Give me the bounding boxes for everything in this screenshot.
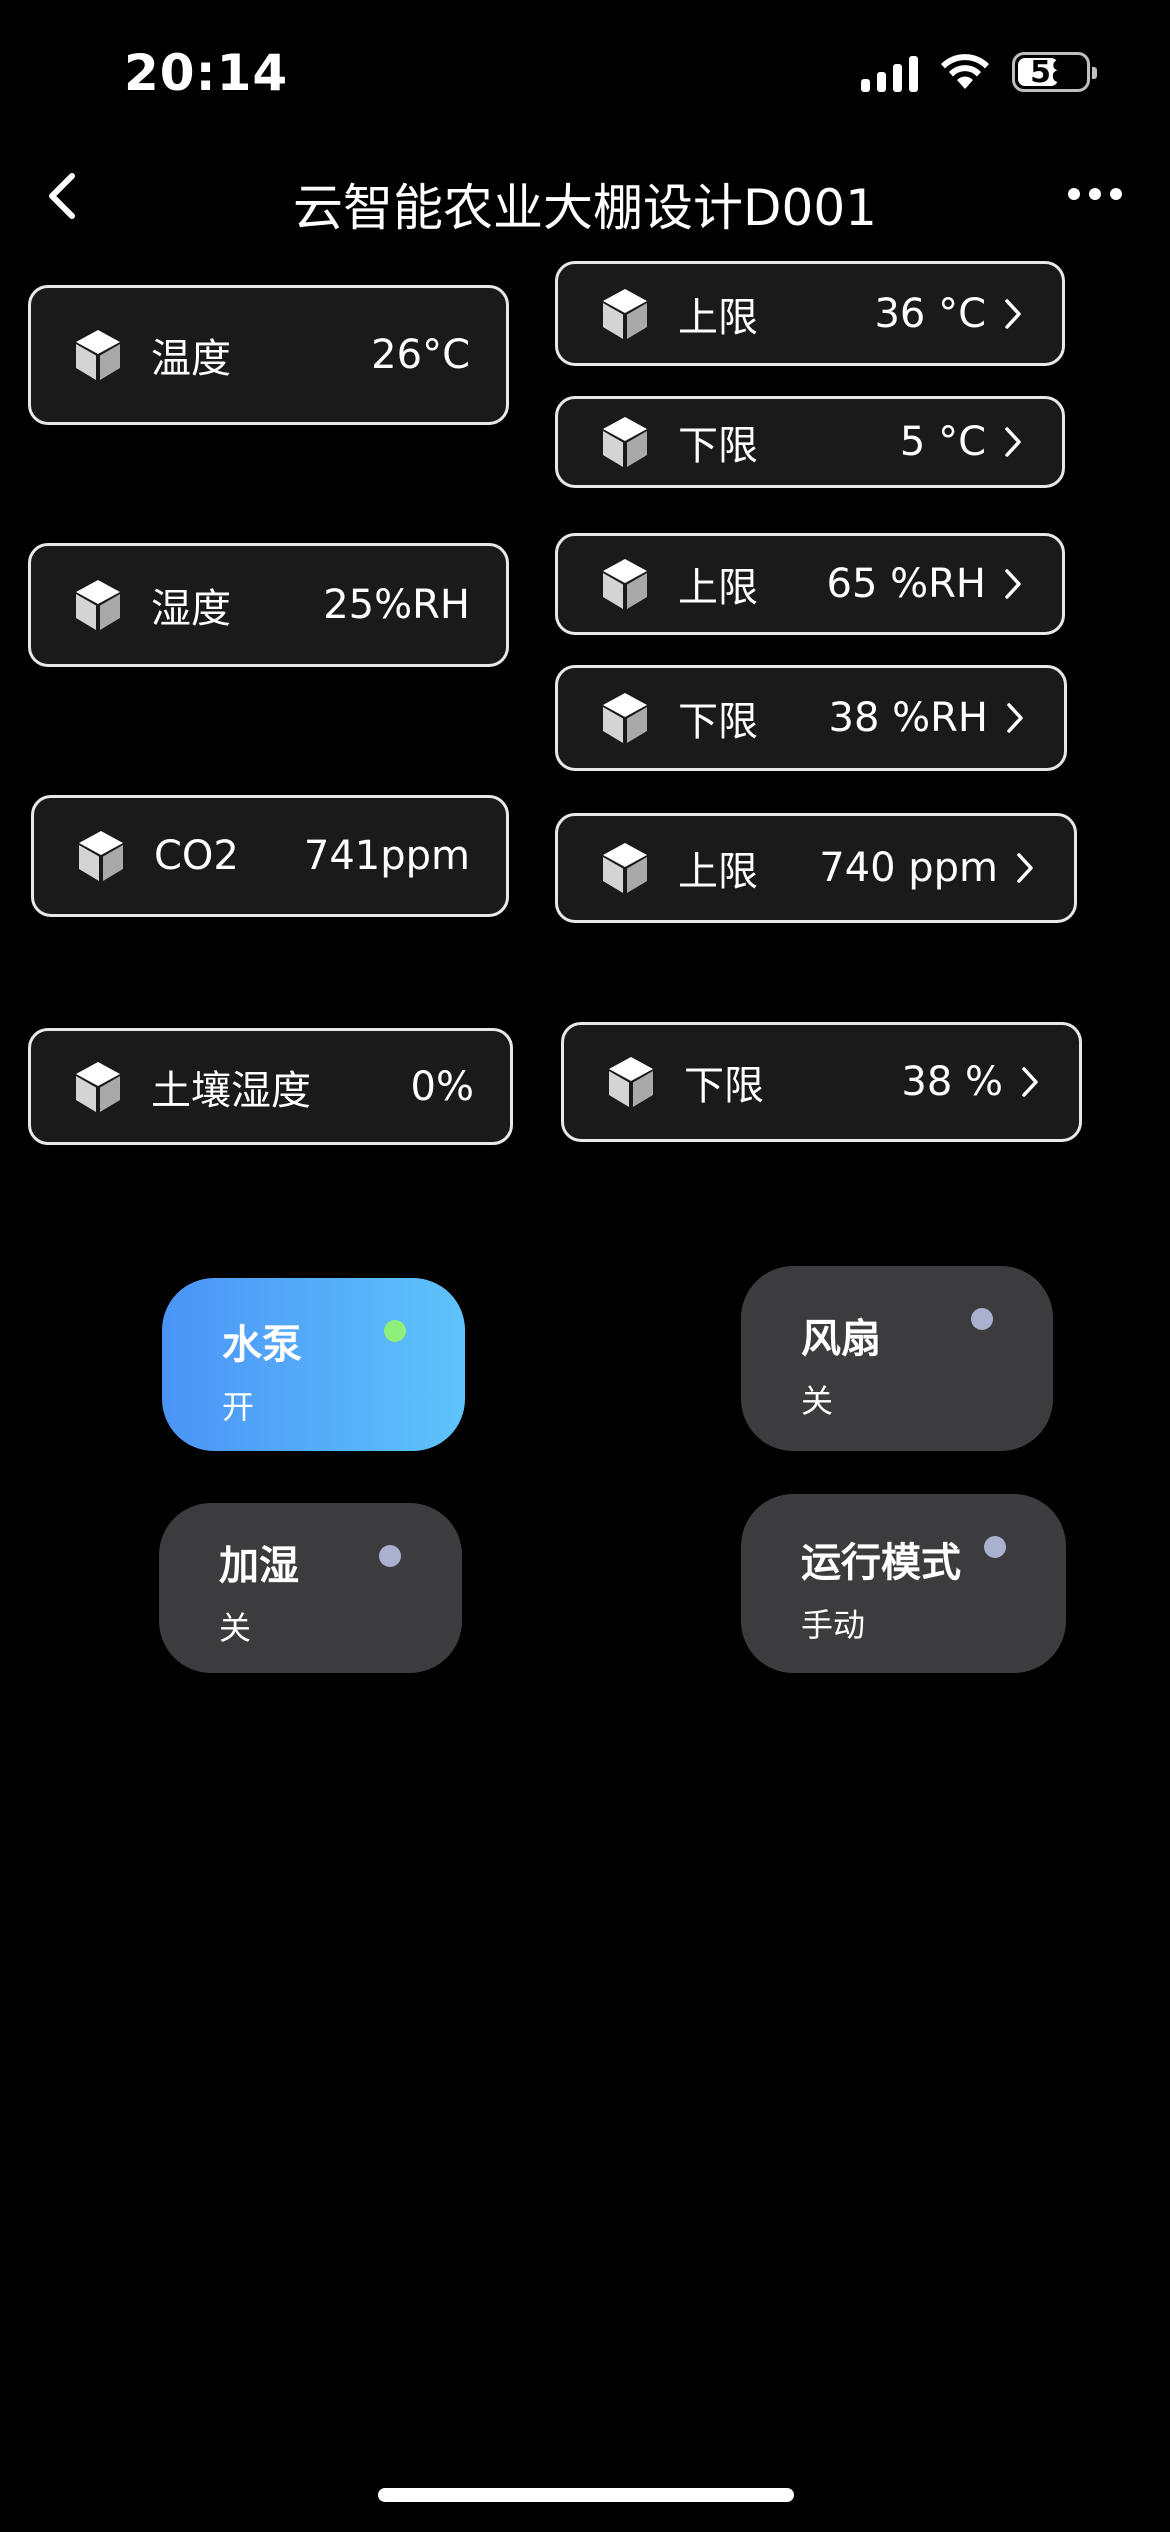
- sensor-label: 湿度: [151, 586, 231, 632]
- page-title: 云智能农业大棚设计D001: [293, 179, 877, 237]
- limit-value: 38 %RH: [828, 695, 989, 741]
- cube-icon: [79, 831, 123, 881]
- chevron-right-icon: [1005, 569, 1021, 599]
- humidity-card: 湿度 25%RH: [28, 543, 509, 667]
- tile-status: 关: [219, 1609, 252, 1647]
- status-time: 20:14: [124, 44, 289, 102]
- tile-status: 关: [801, 1382, 834, 1420]
- tile-title: 加湿: [219, 1543, 299, 1589]
- chevron-right-icon: [1007, 703, 1023, 733]
- temperature-lower-limit[interactable]: 下限 5 °C: [555, 396, 1065, 488]
- limit-value: 65 %RH: [826, 561, 987, 607]
- cube-icon: [76, 580, 120, 630]
- water-pump-toggle[interactable]: 水泵 开: [162, 1278, 465, 1451]
- humidity-lower-limit[interactable]: 下限 38 %RH: [555, 665, 1067, 771]
- tile-title: 风扇: [801, 1316, 881, 1362]
- temperature-upper-limit[interactable]: 上限 36 °C: [555, 261, 1065, 366]
- sensor-label: 土壤湿度: [151, 1067, 311, 1114]
- limit-value: 5 °C: [899, 419, 986, 465]
- home-indicator[interactable]: [378, 2488, 794, 2502]
- run-mode-toggle[interactable]: 运行模式 手动: [741, 1494, 1066, 1673]
- cube-icon: [603, 559, 647, 609]
- sensor-value: 741ppm: [303, 833, 470, 879]
- status-dot: [384, 1320, 406, 1342]
- sensor-value: 0%: [410, 1063, 474, 1110]
- soil-moisture-lower-limit[interactable]: 下限 38 %: [561, 1022, 1082, 1142]
- sensor-value: 25%RH: [323, 582, 470, 628]
- limit-label: 下限: [678, 699, 758, 745]
- status-dot: [379, 1545, 401, 1567]
- cube-icon: [603, 693, 647, 743]
- cube-icon: [603, 843, 647, 893]
- limit-label: 上限: [678, 565, 758, 611]
- cube-icon: [76, 1061, 120, 1112]
- chevron-right-icon: [1005, 298, 1021, 329]
- sensor-value: 26°C: [371, 332, 470, 378]
- cube-icon: [76, 330, 120, 380]
- battery-level: 58: [1030, 54, 1072, 90]
- humidifier-toggle[interactable]: 加湿 关: [159, 1503, 462, 1673]
- limit-label: 上限: [678, 294, 758, 341]
- status-dot: [971, 1308, 993, 1330]
- cube-icon: [609, 1057, 653, 1107]
- limit-value: 38 %: [901, 1059, 1003, 1105]
- fan-toggle[interactable]: 风扇 关: [741, 1266, 1053, 1451]
- limit-value: 36 °C: [874, 290, 986, 337]
- temperature-card: 温度 26°C: [28, 285, 509, 425]
- humidity-upper-limit[interactable]: 上限 65 %RH: [555, 533, 1065, 635]
- tile-status: 开: [222, 1388, 255, 1426]
- cube-icon: [603, 417, 647, 467]
- co2-card: CO2 741ppm: [31, 795, 509, 917]
- sensor-label: 温度: [151, 336, 231, 382]
- limit-label: 上限: [678, 849, 758, 895]
- battery-icon: 58: [1012, 52, 1097, 92]
- limit-label: 下限: [678, 423, 758, 469]
- chevron-right-icon: [1022, 1067, 1038, 1097]
- tile-title: 运行模式: [801, 1540, 961, 1586]
- tile-title: 水泵: [222, 1322, 302, 1368]
- wifi-icon: [941, 54, 989, 89]
- sensor-label: CO2: [154, 833, 239, 879]
- soil-moisture-card: 土壤湿度 0%: [28, 1028, 513, 1145]
- status-dot: [984, 1536, 1006, 1558]
- more-options-icon[interactable]: [1068, 188, 1122, 200]
- limit-value: 740 ppm: [819, 845, 998, 891]
- cube-icon: [603, 288, 647, 339]
- chevron-right-icon: [1017, 853, 1033, 883]
- chevron-right-icon: [1005, 427, 1021, 457]
- tile-status: 手动: [801, 1606, 866, 1644]
- co2-upper-limit[interactable]: 上限 740 ppm: [555, 813, 1077, 923]
- limit-label: 下限: [684, 1063, 764, 1109]
- cellular-signal-icon: [861, 52, 918, 92]
- status-icons: 58: [861, 52, 1097, 92]
